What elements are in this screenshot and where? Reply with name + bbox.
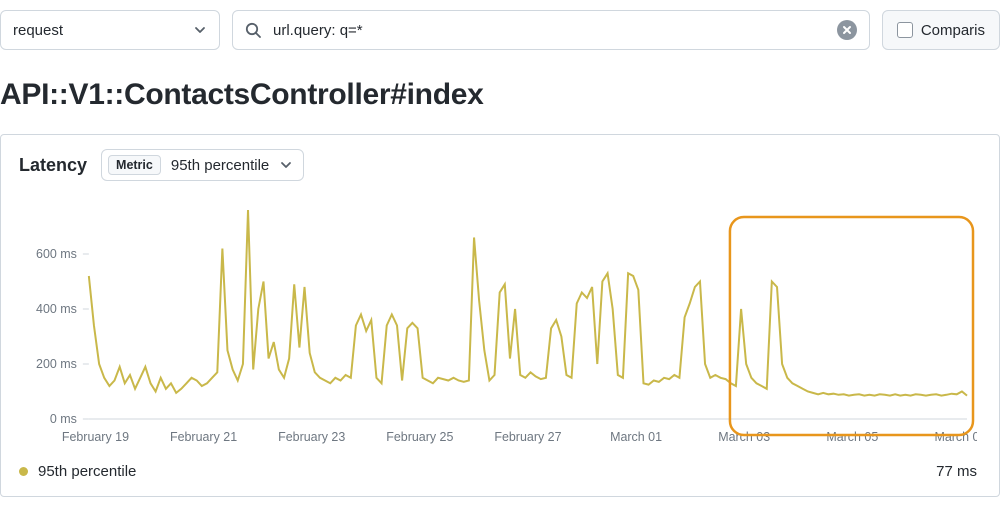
svg-text:600 ms: 600 ms xyxy=(36,247,77,261)
svg-text:0 ms: 0 ms xyxy=(50,412,77,426)
metric-chip-label: Metric xyxy=(108,155,161,175)
legend-item: 95th percentile xyxy=(19,463,136,480)
scope-value: request xyxy=(13,22,63,39)
comparison-toggle[interactable]: Comparis xyxy=(882,10,1000,50)
svg-text:February 23: February 23 xyxy=(278,430,345,444)
metric-chip-value: 95th percentile xyxy=(171,157,269,174)
comparison-label: Comparis xyxy=(921,22,985,39)
svg-text:March 05: March 05 xyxy=(826,430,878,444)
search-input-container[interactable] xyxy=(232,10,870,50)
svg-text:February 21: February 21 xyxy=(170,430,237,444)
chevron-down-icon xyxy=(193,23,207,37)
svg-text:March 03: March 03 xyxy=(718,430,770,444)
legend-value: 77 ms xyxy=(936,463,977,480)
svg-text:200 ms: 200 ms xyxy=(36,357,77,371)
latency-panel: Latency Metric 95th percentile 0 ms 200 m… xyxy=(0,134,1000,497)
panel-title: Latency xyxy=(19,155,87,176)
svg-text:February 27: February 27 xyxy=(494,430,561,444)
comparison-checkbox[interactable] xyxy=(897,22,913,38)
svg-text:February 25: February 25 xyxy=(386,430,453,444)
search-icon xyxy=(245,22,261,38)
svg-text:March 01: March 01 xyxy=(610,430,662,444)
search-input[interactable] xyxy=(271,21,827,40)
chevron-down-icon xyxy=(279,158,293,172)
page-title: API::V1::ContactsController#index xyxy=(0,78,1000,112)
scope-select[interactable]: request xyxy=(0,10,220,50)
legend-dot-icon xyxy=(19,467,28,476)
svg-text:February 19: February 19 xyxy=(62,430,129,444)
clear-search-button[interactable] xyxy=(837,20,857,40)
latency-chart: 0 ms 200 ms 400 ms 600 ms February 19 Februar… xyxy=(19,189,977,449)
legend-label: 95th percentile xyxy=(38,463,136,480)
svg-text:400 ms: 400 ms xyxy=(36,302,77,316)
svg-text:March 07: March 07 xyxy=(934,430,977,444)
metric-select[interactable]: Metric 95th percentile xyxy=(101,149,304,181)
close-icon xyxy=(842,25,852,35)
